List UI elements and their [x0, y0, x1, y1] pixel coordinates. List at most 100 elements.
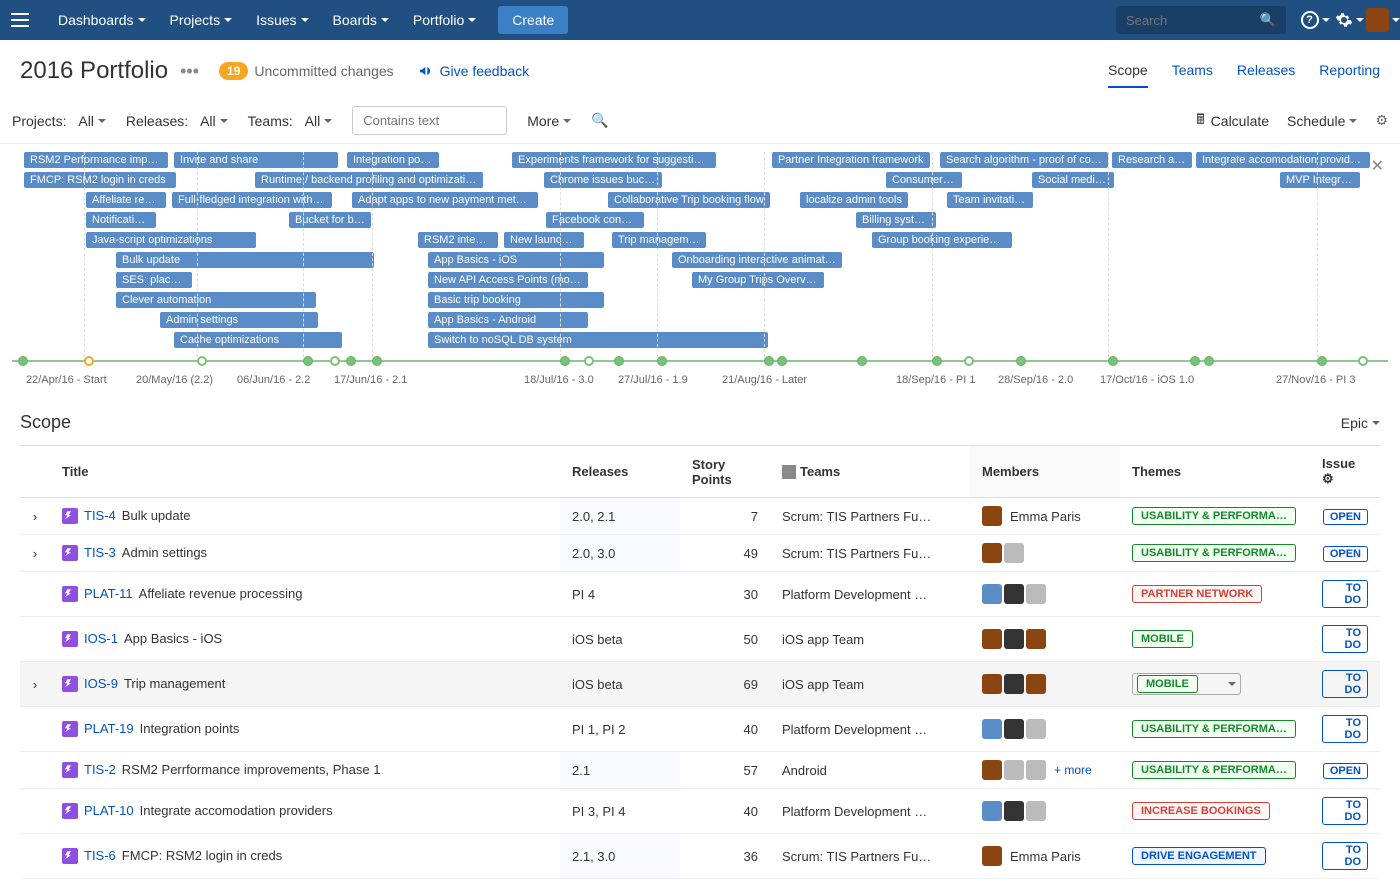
axis-marker[interactable]: [84, 356, 94, 366]
filter-text-input[interactable]: [352, 106, 507, 135]
cell-points[interactable]: 50: [680, 617, 770, 662]
axis-marker[interactable]: [197, 356, 207, 366]
axis-marker[interactable]: [303, 356, 313, 366]
timeline-bar[interactable]: Basic trip booking: [428, 292, 604, 308]
filter-search-icon[interactable]: 🔍: [591, 112, 608, 129]
cell-releases[interactable]: PI 4: [560, 572, 680, 617]
uncommitted-badge[interactable]: 19: [219, 62, 248, 80]
cell-points[interactable]: 40: [680, 789, 770, 834]
timeline-bar[interactable]: RSM2 integra…: [418, 232, 498, 248]
axis-marker[interactable]: [764, 356, 774, 366]
axis-marker[interactable]: [777, 356, 787, 366]
timeline-bar[interactable]: Experiments framework for suggestions: [512, 152, 716, 168]
cell-teams[interactable]: Platform Development …: [770, 789, 970, 834]
uncommitted-label[interactable]: Uncommitted changes: [254, 63, 393, 79]
expand-toggle[interactable]: [20, 789, 50, 834]
cell-points[interactable]: 40: [680, 707, 770, 752]
timeline-bar[interactable]: Group booking experience: [872, 232, 1012, 248]
cell-status[interactable]: TO DO: [1310, 707, 1380, 752]
nav-projects[interactable]: Projects: [160, 0, 243, 40]
theme-dropdown[interactable]: MOBILE: [1132, 673, 1241, 695]
cell-releases[interactable]: iOS beta: [560, 617, 680, 662]
timeline-settings-icon[interactable]: ⚙: [1375, 112, 1388, 129]
expand-toggle[interactable]: [20, 834, 50, 879]
cell-teams[interactable]: Android: [770, 752, 970, 789]
timeline-bar[interactable]: Bucket for bugs: [289, 212, 371, 228]
cell-members[interactable]: [970, 617, 1120, 662]
calculate-button[interactable]: 🖩Calculate: [1196, 109, 1269, 133]
cell-status[interactable]: TO DO: [1310, 789, 1380, 834]
timeline-bar[interactable]: Collaborative Trip booking flow: [608, 192, 770, 208]
cell-members[interactable]: + more: [970, 752, 1120, 789]
col-themes[interactable]: Themes: [1120, 446, 1310, 498]
timeline-bar[interactable]: App Basics - iOS: [428, 252, 604, 268]
settings-menu[interactable]: [1332, 0, 1366, 40]
issue-key[interactable]: TIS-6: [84, 848, 116, 863]
timeline-bar[interactable]: Runtime / backend profiling and optimiza…: [255, 172, 483, 188]
filter-teams[interactable]: Teams: All: [248, 113, 333, 129]
timeline-bar[interactable]: Trip management: [612, 232, 706, 248]
cell-points[interactable]: 30: [680, 572, 770, 617]
col-status[interactable]: Issue ⚙: [1310, 446, 1380, 498]
cell-points[interactable]: 7: [680, 498, 770, 535]
axis-marker[interactable]: [584, 356, 594, 366]
cell-members[interactable]: [970, 707, 1120, 752]
cell-points[interactable]: 57: [680, 752, 770, 789]
theme-tag[interactable]: USABILITY & PERFORMA…: [1132, 761, 1296, 779]
cell-members[interactable]: [970, 662, 1120, 707]
table-row[interactable]: ›TIS-4Bulk update2.0, 2.17Scrum: TIS Par…: [20, 498, 1380, 535]
axis-marker[interactable]: [1358, 356, 1368, 366]
timeline-bar[interactable]: Bulk update: [116, 252, 374, 268]
cell-members[interactable]: Emma Paris: [970, 834, 1120, 879]
cell-teams[interactable]: Platform Development …: [770, 707, 970, 752]
nav-dashboards[interactable]: Dashboards: [48, 0, 156, 40]
create-button[interactable]: Create: [498, 6, 568, 34]
cell-releases[interactable]: 2.0, 2.1: [560, 498, 680, 535]
timeline-bar[interactable]: Chrome issues bucket: [544, 172, 662, 188]
cell-status[interactable]: OPEN: [1310, 498, 1380, 535]
timeline-bar[interactable]: Switch to noSQL DB system: [428, 332, 768, 348]
issue-key[interactable]: PLAT-19: [84, 721, 134, 736]
cell-members[interactable]: [970, 535, 1120, 572]
timeline-bar[interactable]: Java-script optimizations: [86, 232, 256, 248]
search-box[interactable]: 🔍: [1116, 6, 1286, 34]
cell-teams[interactable]: iOS app Team: [770, 617, 970, 662]
col-releases[interactable]: Releases: [560, 446, 680, 498]
more-members[interactable]: + more: [1054, 763, 1092, 777]
issue-key[interactable]: PLAT-10: [84, 803, 134, 818]
cell-themes[interactable]: USABILITY & PERFORMA…: [1120, 707, 1310, 752]
col-members[interactable]: Members: [970, 446, 1120, 498]
more-actions[interactable]: •••: [180, 61, 199, 82]
profile-menu[interactable]: [1366, 0, 1400, 40]
cell-releases[interactable]: 2.1: [560, 752, 680, 789]
theme-tag[interactable]: USABILITY & PERFORMA…: [1132, 544, 1296, 562]
cell-releases[interactable]: 2.0, 3.0: [560, 535, 680, 572]
timeline-bar[interactable]: New launch p…: [504, 232, 584, 248]
timeline-bar[interactable]: My Group Trips Overview: [692, 272, 824, 288]
timeline-bar[interactable]: Invite and share: [174, 152, 338, 168]
timeline-bar[interactable]: Cache optimizations: [174, 332, 342, 348]
nav-portfolio[interactable]: Portfolio: [403, 0, 486, 40]
cell-releases[interactable]: 2.1, 3.0: [560, 834, 680, 879]
theme-tag[interactable]: PARTNER NETWORK: [1132, 585, 1262, 603]
axis-marker[interactable]: [1016, 356, 1026, 366]
filter-projects[interactable]: Projects: All: [12, 113, 106, 129]
expand-toggle[interactable]: [20, 752, 50, 789]
table-row[interactable]: ›IOS-9Trip managementiOS beta69iOS app T…: [20, 662, 1380, 707]
axis-marker[interactable]: [1204, 356, 1214, 366]
timeline-bar[interactable]: Social media …: [1032, 172, 1114, 188]
nav-issues[interactable]: Issues: [246, 0, 318, 40]
timeline-bar[interactable]: Search algorithm - proof of con…: [940, 152, 1108, 168]
timeline-bar[interactable]: RSM2 Performance impr…: [24, 152, 168, 168]
cell-status[interactable]: OPEN: [1310, 535, 1380, 572]
timeline-bar[interactable]: Integrate accomodation provide…: [1196, 152, 1370, 168]
filter-more[interactable]: More: [527, 113, 571, 129]
cell-themes[interactable]: USABILITY & PERFORMA…: [1120, 752, 1310, 789]
axis-marker[interactable]: [1108, 356, 1118, 366]
expand-toggle[interactable]: [20, 617, 50, 662]
col-title[interactable]: Title: [50, 446, 560, 498]
cell-points[interactable]: 69: [680, 662, 770, 707]
nav-boards[interactable]: Boards: [323, 0, 399, 40]
cell-teams[interactable]: Platform Development …: [770, 572, 970, 617]
issue-key[interactable]: TIS-4: [84, 508, 116, 523]
